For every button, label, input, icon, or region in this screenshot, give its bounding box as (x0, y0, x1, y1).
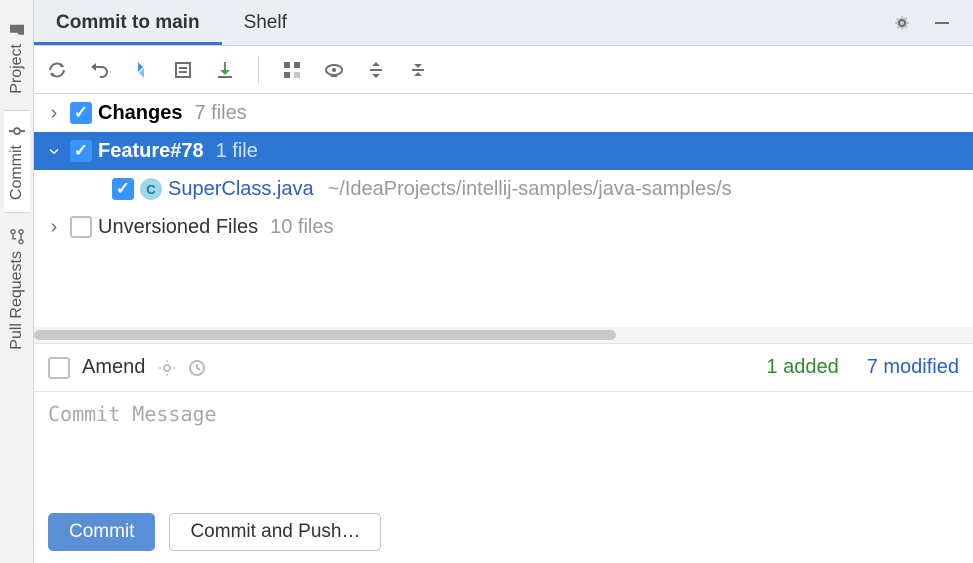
file-path: ~/IdeaProjects/intellij-samples/java-sam… (328, 178, 732, 201)
gear-icon[interactable] (157, 358, 177, 378)
amend-label: Amend (82, 356, 145, 379)
tree-label: Feature#78 (98, 140, 204, 163)
side-tab-pull-requests[interactable]: Pull Requests (4, 217, 30, 362)
pull-request-icon (9, 229, 25, 245)
tab-shelf[interactable]: Shelf (222, 0, 309, 45)
commit-button[interactable]: Commit (48, 513, 155, 551)
minimize-icon[interactable] (929, 10, 955, 36)
checkbox-feature[interactable] (70, 140, 92, 162)
checkbox-unversioned[interactable] (70, 216, 92, 238)
view-options-icon[interactable] (321, 57, 347, 83)
horizontal-scrollbar[interactable] (34, 327, 973, 343)
commit-panel: Commit to main Shelf › Changes 7 files ›… (34, 0, 973, 563)
checkbox-amend[interactable] (48, 357, 70, 379)
tree-row-changes[interactable]: › Changes 7 files (34, 94, 973, 132)
tree-row-feature[interactable]: › Feature#78 1 file (34, 132, 973, 170)
expand-all-icon[interactable] (363, 57, 389, 83)
scrollbar-thumb[interactable] (34, 330, 616, 340)
diff-icon[interactable] (128, 57, 154, 83)
group-by-icon[interactable] (279, 57, 305, 83)
changelist-icon[interactable] (170, 57, 196, 83)
tree-label: Changes (98, 102, 182, 125)
tab-commit-to-main[interactable]: Commit to main (34, 0, 222, 45)
checkbox-changes[interactable] (70, 102, 92, 124)
commit-message-placeholder: Commit Message (48, 402, 217, 426)
commit-message-input[interactable]: Commit Message (34, 391, 973, 501)
side-tab-label: Project (8, 44, 26, 94)
chevron-down-icon[interactable]: › (43, 141, 66, 161)
tabs-bar: Commit to main Shelf (34, 0, 973, 46)
tree-row-unversioned[interactable]: › Unversioned Files 10 files (34, 208, 973, 246)
tool-window-strip: Project Commit Pull Requests (0, 0, 34, 563)
tree-count: 7 files (194, 102, 246, 125)
chevron-right-icon[interactable]: › (44, 102, 64, 125)
chevron-right-icon[interactable]: › (44, 216, 64, 239)
side-tab-project[interactable]: Project (4, 10, 30, 106)
tree-row-file[interactable]: C SuperClass.java ~/IdeaProjects/intelli… (34, 170, 973, 208)
shelve-icon[interactable] (212, 57, 238, 83)
commit-and-push-button[interactable]: Commit and Push… (169, 513, 381, 551)
tree-count: 1 file (216, 140, 258, 163)
tree-count: 10 files (270, 216, 333, 239)
stat-modified: 7 modified (867, 356, 959, 379)
changes-tree: › Changes 7 files › Feature#78 1 file C … (34, 94, 973, 246)
checkbox-file[interactable] (112, 178, 134, 200)
history-icon[interactable] (187, 358, 207, 378)
refresh-icon[interactable] (44, 57, 70, 83)
side-tab-commit[interactable]: Commit (4, 110, 30, 213)
commit-icon (9, 123, 25, 139)
class-icon: C (140, 178, 162, 200)
stat-added: 1 added (766, 356, 838, 379)
side-tab-label: Pull Requests (8, 251, 26, 350)
collapse-all-icon[interactable] (405, 57, 431, 83)
file-name: SuperClass.java (168, 178, 314, 201)
toolbar (34, 46, 973, 94)
buttons-bar: Commit Commit and Push… (34, 501, 973, 563)
amend-bar: Amend 1 added 7 modified (34, 343, 973, 391)
gear-icon[interactable] (889, 10, 915, 36)
folder-icon (9, 22, 25, 38)
side-tab-label: Commit (8, 145, 26, 200)
tree-label: Unversioned Files (98, 216, 258, 239)
rollback-icon[interactable] (86, 57, 112, 83)
